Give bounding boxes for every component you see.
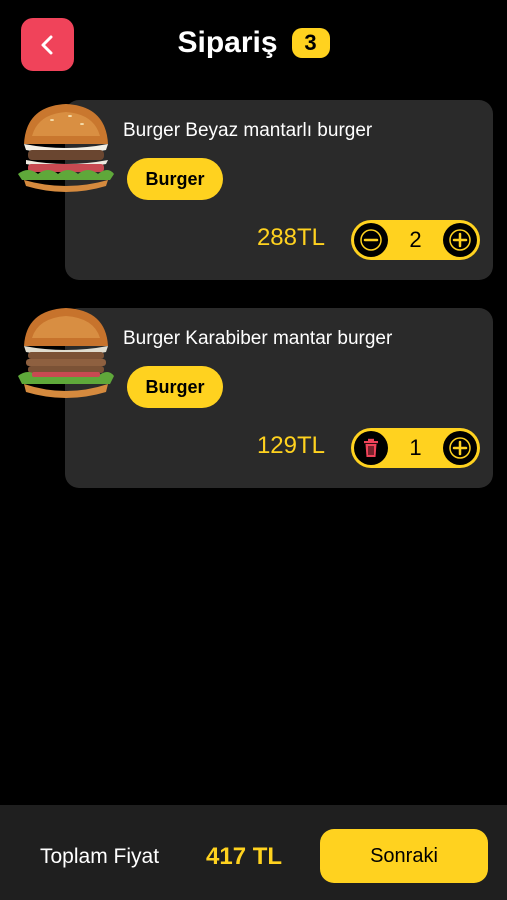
item-price: 129TL [256,432,325,459]
order-item-card: Burger Beyaz mantarlı burger Burger 288T… [65,100,493,280]
next-button[interactable]: Sonraki [320,829,488,883]
total-label: Toplam Fiyat [40,845,160,868]
order-item-card: Burger Karabiber mantar burger Burger 12… [65,308,493,488]
item-name: Burger Karabiber mantar burger [123,328,393,349]
item-price: 288TL [256,224,325,251]
plus-icon [449,437,471,459]
order-screen: Sipariş 3 Burger Beyaz mantarlı burger B… [0,0,507,900]
footer-bar: Toplam Fiyat 417 TL Sonraki [0,805,507,900]
item-name: Burger Beyaz mantarlı burger [123,120,373,141]
burger-image [18,104,114,192]
plus-icon [449,229,471,251]
decrease-button[interactable] [354,223,388,257]
increase-button[interactable] [443,431,477,465]
burger-image [18,308,114,398]
category-chip[interactable]: Burger [127,366,223,408]
header: Sipariş 3 [0,0,507,90]
order-count-badge: 3 [291,28,330,58]
quantity-value: 2 [409,227,422,252]
quantity-stepper: 2 [351,220,480,260]
title-group: Sipariş 3 [0,26,507,60]
total-value: 417 TL [206,843,283,870]
page-title: Sipariş [177,26,278,59]
category-chip[interactable]: Burger [127,158,223,200]
minus-icon [360,229,382,251]
quantity-stepper: 1 [351,428,480,468]
increase-button[interactable] [443,223,477,257]
trash-icon [364,438,378,457]
delete-button[interactable] [354,431,388,465]
quantity-value: 1 [409,435,422,460]
